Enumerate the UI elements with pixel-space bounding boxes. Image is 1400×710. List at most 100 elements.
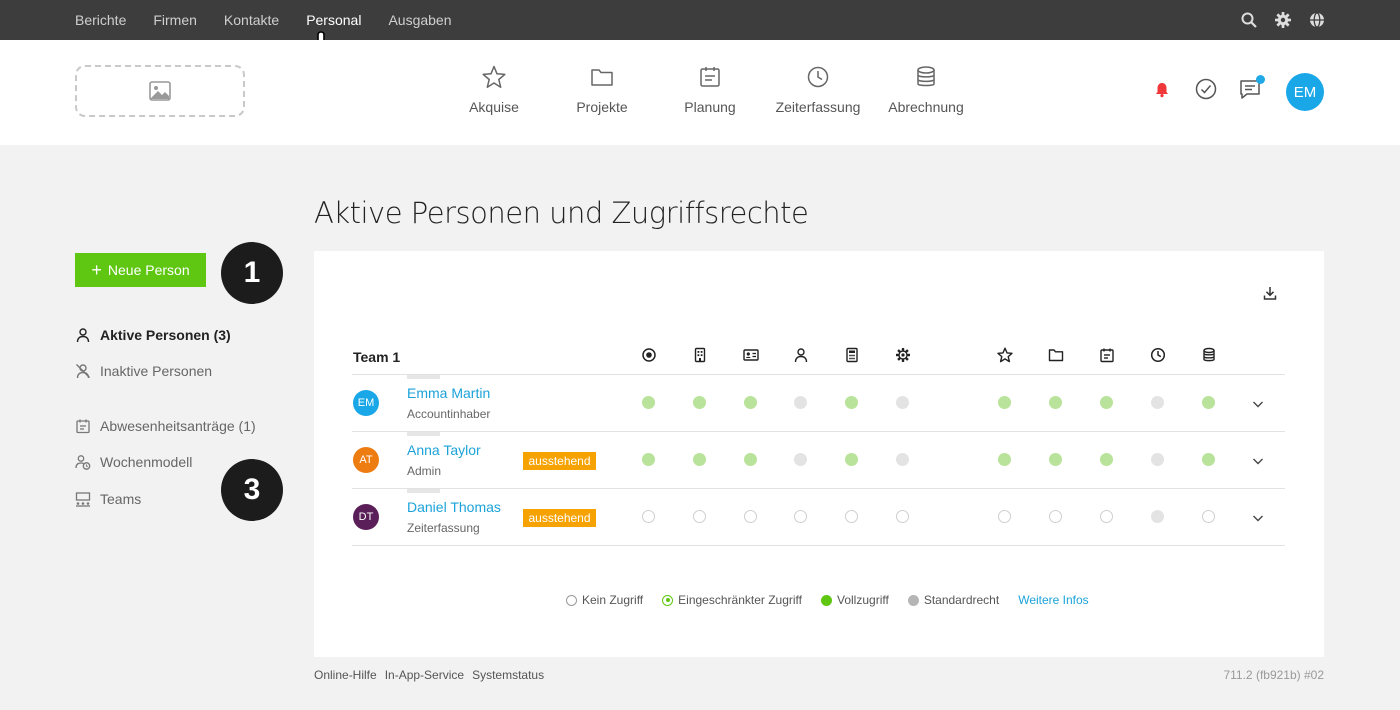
permission-dot[interactable] [845, 396, 858, 409]
permission-dot[interactable] [998, 510, 1011, 523]
permission-dot[interactable] [794, 510, 807, 523]
permission-dot[interactable] [845, 510, 858, 523]
nav-ausgaben[interactable]: Ausgaben [388, 12, 451, 28]
module-projekte[interactable]: Projekte [548, 64, 656, 115]
person-role: Admin [407, 464, 442, 478]
sidebar-item-label: Inaktive Personen [100, 363, 213, 379]
nav-personal[interactable]: Personal [306, 12, 361, 28]
permission-dot[interactable] [845, 453, 858, 466]
nav-berichte[interactable]: Berichte [75, 12, 126, 28]
permission-dot[interactable] [642, 396, 655, 409]
globe-icon[interactable] [1308, 11, 1326, 29]
more-info-link[interactable]: Weitere Infos [1018, 593, 1088, 607]
image-icon [149, 81, 171, 101]
sidebar-item-label: Aktive Personen (3) [100, 327, 231, 343]
permission-dot[interactable] [1151, 453, 1164, 466]
sidebar-item-week-model[interactable]: Wochenmodell [75, 454, 192, 470]
sidebar-item-label: Abwesenheitsanträge (1) [100, 418, 256, 434]
person-icon [76, 328, 90, 343]
nav-firmen[interactable]: Firmen [153, 12, 197, 28]
legend-swatch [907, 594, 919, 606]
module-label: Planung [684, 99, 736, 115]
person-clock-icon [75, 455, 91, 470]
permission-dot[interactable] [1151, 510, 1164, 523]
footer-link-online-help[interactable]: Online-Hilfe [314, 668, 377, 682]
person-avatar: AT [353, 447, 379, 473]
legend-full-access: Vollzugriff [821, 593, 889, 607]
user-avatar[interactable]: EM [1286, 73, 1324, 111]
search-icon[interactable] [1240, 11, 1258, 29]
permission-legend: Kein Zugriff Eingeschränkter Zugriff Vol… [566, 593, 1089, 607]
permission-dot[interactable] [1202, 510, 1215, 523]
permission-dot[interactable] [794, 396, 807, 409]
building-icon [692, 347, 708, 363]
permission-dot[interactable] [1100, 396, 1113, 409]
permission-dot[interactable] [896, 510, 909, 523]
module-planung[interactable]: Planung [656, 64, 764, 115]
permission-dot[interactable] [998, 453, 1011, 466]
legend-label: Standardrecht [923, 593, 1000, 607]
module-nav: Akquise Projekte Planung Zeiterfassung A… [440, 64, 980, 115]
chat-icon[interactable] [1238, 75, 1265, 101]
legend-limited-access: Eingeschränkter Zugriff [662, 593, 802, 607]
plus-icon: + [91, 260, 102, 280]
permission-dot[interactable] [744, 510, 757, 523]
permission-dot[interactable] [896, 453, 909, 466]
check-circle-icon[interactable] [1194, 77, 1218, 101]
chevron-down-icon[interactable] [1251, 397, 1265, 411]
persons-card: Team 1 EM Emma Martin Accountinhaber AT … [314, 251, 1324, 657]
permission-dot[interactable] [1202, 453, 1215, 466]
row-indicator [407, 432, 440, 436]
legend-label: Kein Zugriff [582, 593, 644, 607]
download-icon[interactable] [1262, 285, 1278, 301]
footer-link-in-app-service[interactable]: In-App-Service [385, 668, 464, 682]
table-row[interactable]: EM Emma Martin Accountinhaber [352, 375, 1285, 432]
permission-dot[interactable] [642, 510, 655, 523]
permission-dot[interactable] [794, 453, 807, 466]
permission-dot[interactable] [1049, 510, 1062, 523]
module-akquise[interactable]: Akquise [440, 64, 548, 115]
sidebar-item-teams[interactable]: Teams [75, 491, 141, 507]
module-abrechnung[interactable]: Abrechnung [872, 64, 980, 115]
top-nav-menu: Berichte Firmen Kontakte Personal Ausgab… [75, 0, 479, 40]
permission-dot[interactable] [693, 453, 706, 466]
permission-dot[interactable] [1100, 453, 1113, 466]
person-name-link[interactable]: Anna Taylor [407, 442, 481, 458]
permission-dot[interactable] [998, 396, 1011, 409]
footer-links: Online-Hilfe In-App-Service Systemstatus [314, 668, 552, 682]
permission-dot[interactable] [744, 453, 757, 466]
sidebar-item-inactive-persons[interactable]: Inaktive Personen [75, 363, 212, 379]
logo-placeholder[interactable] [75, 65, 245, 117]
table-row[interactable]: DT Daniel Thomas Zeiterfassung ausstehen… [352, 489, 1285, 546]
new-person-button[interactable]: + Neue Person [75, 253, 206, 287]
permission-dot[interactable] [1049, 453, 1062, 466]
nav-kontakte[interactable]: Kontakte [224, 12, 279, 28]
permission-dot[interactable] [642, 453, 655, 466]
star-icon [997, 347, 1013, 363]
calendar-icon [700, 67, 720, 87]
chevron-down-icon[interactable] [1251, 511, 1265, 525]
header-actions [1150, 75, 1282, 101]
permission-dot[interactable] [1049, 396, 1062, 409]
gear-icon[interactable] [1274, 11, 1292, 29]
sidebar-item-absence-requests[interactable]: Abwesenheitsanträge (1) [75, 418, 256, 434]
permission-dot[interactable] [1151, 396, 1164, 409]
permission-dot[interactable] [693, 396, 706, 409]
permission-dot[interactable] [1100, 510, 1113, 523]
permission-dot[interactable] [744, 396, 757, 409]
top-tools [1240, 11, 1326, 29]
permission-dot[interactable] [1202, 396, 1215, 409]
folder-icon [1048, 347, 1064, 363]
footer-link-system-status[interactable]: Systemstatus [472, 668, 544, 682]
step-marker-1: 1 [221, 242, 283, 304]
person-name-link[interactable]: Daniel Thomas [407, 499, 501, 515]
table-header: Team 1 [352, 347, 1285, 375]
table-row[interactable]: AT Anna Taylor Admin ausstehend [352, 432, 1285, 489]
chevron-down-icon[interactable] [1251, 454, 1265, 468]
module-zeiterfassung[interactable]: Zeiterfassung [764, 64, 872, 115]
sidebar-item-active-persons[interactable]: Aktive Personen (3) [75, 327, 231, 343]
notification-bell-icon[interactable] [1150, 77, 1174, 101]
permission-dot[interactable] [896, 396, 909, 409]
permission-dot[interactable] [693, 510, 706, 523]
person-name-link[interactable]: Emma Martin [407, 385, 490, 401]
